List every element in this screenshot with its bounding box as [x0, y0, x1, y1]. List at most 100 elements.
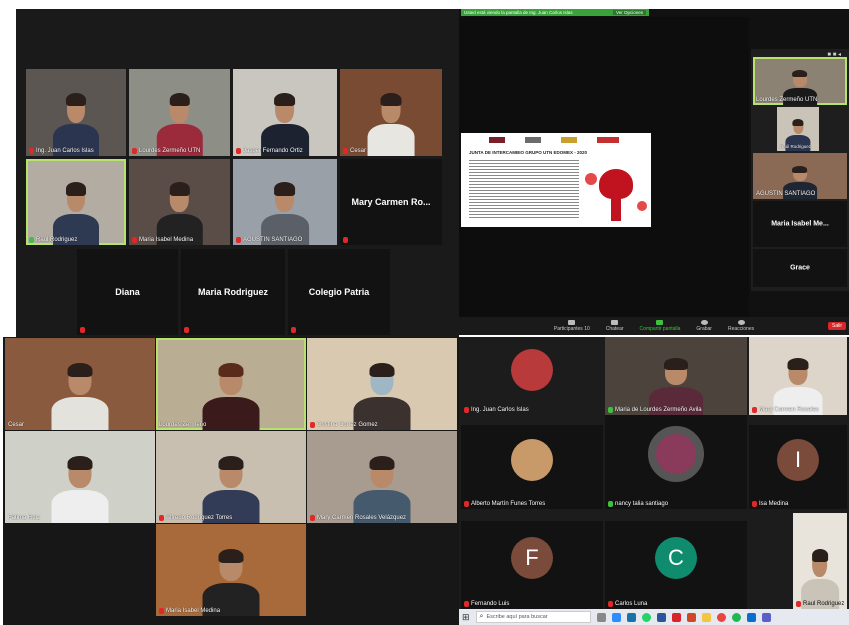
shared-slide: JUNTA DE INTERCAMBIO GRUPO UTN EDOMEX - …: [461, 133, 651, 227]
participant-name: Ing. Juan Carlos Islas: [36, 148, 94, 154]
share-screen-button[interactable]: Compartir pantalla: [640, 320, 680, 332]
mic-muted-icon: [236, 148, 241, 154]
record-label: Grabar: [696, 326, 712, 332]
participants-count: 10: [584, 326, 590, 332]
video-tile[interactable]: Ing. Juan Carlos Islas: [26, 69, 126, 156]
initial-avatar: I: [777, 439, 819, 482]
mic-muted-icon: [310, 515, 315, 521]
video-tile[interactable]: Jasper Fernando Ortiz: [233, 69, 337, 156]
participant-video: [353, 363, 411, 430]
mic-muted-icon: [464, 501, 469, 507]
video-tile[interactable]: Ing. Juan Carlos Islas: [461, 337, 603, 415]
chrome-icon[interactable]: [716, 612, 726, 622]
ribbon-bow-image: [585, 161, 647, 221]
powerpoint-icon[interactable]: [686, 612, 696, 622]
mic-muted-icon: [464, 601, 469, 607]
profile-photo: [511, 348, 553, 391]
name-only-tile[interactable]: Grace: [753, 249, 847, 287]
video-tile[interactable]: Cristina Cortez Gomez: [307, 338, 457, 430]
avatar-initial: C: [668, 544, 684, 570]
participant-name: Maria de Lourdes Zermeño Avila: [615, 407, 702, 413]
participant-name: Raúl Rodriguez: [36, 237, 78, 243]
file-explorer-icon[interactable]: [701, 612, 711, 622]
mic-muted-icon: [343, 237, 348, 243]
chat-icon: [611, 320, 619, 325]
participants-icon: [568, 320, 576, 325]
chat-button[interactable]: Chatear: [606, 320, 624, 332]
meeting-toolbar: Participantes 10 Chatear Compartir panta…: [459, 317, 849, 335]
participant-name: Alberto Martín Funes Torres: [471, 501, 546, 507]
name-only-tile[interactable]: Colegio Patria: [288, 249, 390, 335]
video-tile-active-speaker[interactable]: Lourdes Zermeño: [156, 338, 306, 430]
participant-name-large: Maria Isabel Me...: [771, 220, 829, 228]
teams-icon[interactable]: [761, 612, 771, 622]
video-tile[interactable]: Maria Isabel Medina: [129, 159, 230, 245]
video-tile[interactable]: Raul Rodriguez: [793, 513, 847, 609]
participant-name: Cesar: [350, 148, 367, 154]
participant-name: Maria Isabel Medina: [139, 237, 194, 243]
video-tile[interactable]: I Isa Medina: [749, 425, 847, 509]
video-tile[interactable]: Lourdes Zermeño UTN: [129, 69, 230, 156]
mic-muted-icon: [184, 327, 189, 333]
participant-name: Ing. Juan Carlos Islas: [471, 407, 529, 413]
leave-button[interactable]: Salir: [827, 322, 846, 330]
video-tile[interactable]: F Fernando Luis: [461, 521, 603, 609]
participant-name-large: Maria Rodriguez: [197, 287, 268, 297]
participant-name: Alfredo Rodriguez Torres: [166, 515, 233, 521]
windows-taskbar: ⊞ ⌕ Escribe aquí para buscar: [459, 609, 849, 625]
name-only-tile[interactable]: Mary Carmen Ro...: [340, 159, 442, 245]
name-only-tile[interactable]: Maria Rodriguez: [181, 249, 285, 335]
participant-name: Mary Carmen Rosales Velázquez: [317, 515, 407, 521]
outlook-icon[interactable]: [746, 612, 756, 622]
video-tile[interactable]: Fátima Ruiz: [5, 431, 155, 523]
windows-start-icon[interactable]: ⊞: [462, 612, 470, 623]
zoom-app-icon[interactable]: [611, 612, 621, 622]
acrobat-icon[interactable]: [671, 612, 681, 622]
video-tile[interactable]: C Carlos Luna: [605, 521, 747, 609]
participants-button[interactable]: Participantes 10: [554, 320, 590, 332]
name-only-tile[interactable]: Diana: [77, 249, 178, 335]
participant-name: Carlos Luna: [615, 601, 648, 607]
reactions-button[interactable]: Reacciones: [728, 320, 754, 332]
participant-video: [261, 92, 309, 156]
video-tile[interactable]: AGUSTIN SANTIAGO: [753, 153, 847, 199]
participant-video: [202, 456, 260, 523]
participant-name: Raul Rodriguez: [803, 601, 845, 607]
reactions-label: Reacciones: [727, 326, 755, 332]
video-tile[interactable]: AGUSTIN SANTIAGO: [233, 159, 337, 245]
taskbar-search-box[interactable]: ⌕ Escribe aquí para buscar: [475, 611, 591, 623]
mic-muted-icon: [608, 601, 613, 607]
word-icon[interactable]: [656, 612, 666, 622]
video-tile[interactable]: Mary Carmen Rosales Velázquez: [307, 431, 457, 523]
participant-name: Lourdes Zermeño UTN: [139, 148, 201, 154]
participant-video: [261, 182, 309, 245]
record-button[interactable]: Grabar: [696, 320, 712, 332]
view-options-button[interactable]: Ver Opciones: [612, 10, 646, 15]
edge-icon[interactable]: [626, 612, 636, 622]
participant-name: Jasper Fernando Ortiz: [243, 148, 303, 154]
video-tile-active-speaker[interactable]: Raúl Rodriguez: [26, 159, 126, 245]
mic-muted-icon: [310, 422, 315, 428]
video-tile[interactable]: Maria de Lourdes Zermeño Avila: [605, 337, 747, 415]
whatsapp-icon[interactable]: [641, 612, 651, 622]
avatar-initial: I: [794, 447, 802, 473]
task-view-icon[interactable]: [596, 612, 606, 622]
video-tile[interactable]: Mary Carmen Rosales: [749, 337, 847, 415]
spotify-icon[interactable]: [731, 612, 741, 622]
meeting-window-2: Usted está viendo la pantalla de Ing. Ju…: [459, 9, 849, 335]
video-tile-active-speaker[interactable]: Lourdes Zermeño UTN: [753, 57, 847, 105]
participant-name-large: Grace: [790, 264, 810, 272]
video-tile[interactable]: Alfredo Rodriguez Torres: [156, 431, 306, 523]
participant-video: [53, 92, 99, 156]
video-tile[interactable]: Alberto Martín Funes Torres: [461, 425, 603, 509]
participant-video: [53, 182, 99, 245]
participant-name: Isa Medina: [759, 501, 789, 507]
video-tile[interactable]: Raúl Rodriguez: [777, 107, 819, 151]
video-tile[interactable]: Maria Isabel Medina: [156, 524, 306, 616]
participant-name: Cristina Cortez Gomez: [317, 422, 378, 428]
video-tile[interactable]: Cesar: [340, 69, 442, 156]
search-icon: ⌕: [479, 613, 484, 620]
video-tile[interactable]: Cesar: [5, 338, 155, 430]
name-only-tile[interactable]: Maria Isabel Me...: [753, 201, 847, 247]
video-tile[interactable]: nancy talia santiago: [605, 415, 747, 509]
